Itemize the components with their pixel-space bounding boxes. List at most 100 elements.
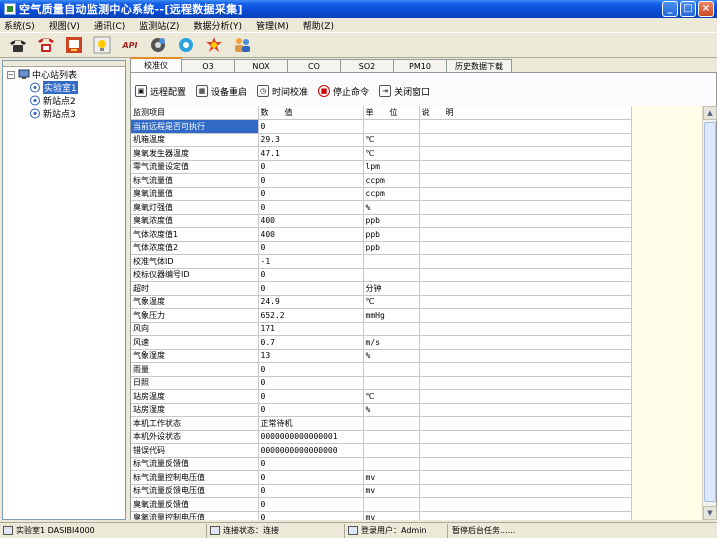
table-row[interactable]: 校标仪器编号ID 0 [131, 268, 632, 282]
cell-item[interactable]: 标气流量控制电压值 [131, 470, 259, 485]
cell-unit[interactable] [363, 362, 420, 377]
cell-item[interactable]: 站房湿度 [131, 403, 259, 417]
time-calibrate-button[interactable]: ◷ 时间校准 [257, 85, 308, 98]
cell-item[interactable]: 标气流量值 [131, 173, 259, 188]
station-tree[interactable]: − 中心站列表 实验室1 新站点2 新站点3 [2, 60, 126, 520]
cell-item[interactable]: 零气流量设定值 [131, 160, 259, 174]
cell-description[interactable] [419, 470, 632, 485]
cell-description[interactable] [419, 457, 632, 471]
close-button[interactable]: × [698, 1, 714, 17]
cell-item[interactable]: 气体浓度值1 [131, 227, 259, 242]
cell-value[interactable]: 0.7 [258, 335, 364, 350]
cell-value[interactable]: 0 [258, 173, 364, 188]
cell-value[interactable]: 0 [258, 470, 364, 485]
cell-unit[interactable]: ℃ [363, 133, 420, 147]
cell-item[interactable]: 标气流量反馈值 [131, 457, 259, 471]
table-row[interactable]: 气象湿度 13% [131, 349, 632, 363]
cell-unit[interactable]: 分钟 [363, 281, 420, 296]
minimize-button[interactable]: _ [662, 1, 678, 17]
cell-unit[interactable] [363, 416, 420, 431]
cell-item[interactable]: 风速 [131, 335, 259, 350]
cell-item[interactable]: 气象压力 [131, 308, 259, 323]
maximize-button[interactable]: □ [680, 1, 696, 17]
cell-item[interactable]: 气体浓度值2 [131, 241, 259, 255]
cell-item[interactable]: 日照 [131, 376, 259, 390]
table-row[interactable]: 气体浓度值2 0 ppb [131, 241, 632, 255]
cell-unit[interactable] [363, 119, 420, 134]
cell-item[interactable]: 标气流量反馈电压值 [131, 484, 259, 498]
cell-unit[interactable]: % [363, 349, 420, 363]
cell-unit[interactable]: mv [363, 511, 420, 520]
menu-view[interactable]: 视图(V) [45, 19, 90, 32]
cell-description[interactable] [419, 241, 632, 255]
cell-value[interactable]: -1 [258, 254, 364, 269]
cell-value[interactable]: 0 [258, 241, 364, 255]
cell-item[interactable]: 校标仪器编号ID [131, 268, 259, 282]
cell-description[interactable] [419, 362, 632, 377]
table-row[interactable]: 站房湿度 0% [131, 403, 632, 417]
table-row[interactable]: 当前远程是否可执行 0 [131, 119, 632, 134]
cell-unit[interactable] [363, 497, 420, 512]
cell-value[interactable]: 29.3 [258, 133, 364, 147]
cell-description[interactable] [419, 160, 632, 174]
menu-management[interactable]: 管理(M) [252, 19, 299, 32]
cell-unit[interactable] [363, 254, 420, 269]
table-row[interactable]: 气体浓度值1 400 ppb [131, 227, 632, 242]
menu-monitor-station[interactable]: 监测站(Z) [135, 19, 189, 32]
cell-value[interactable]: 0000000000000001 [258, 430, 364, 444]
tab-co[interactable]: CO [287, 59, 341, 72]
cell-unit[interactable]: ℃ [363, 146, 420, 161]
table-row[interactable]: 日照 0 [131, 376, 632, 390]
users-icon[interactable] [228, 33, 256, 57]
cell-value[interactable]: 0 [258, 389, 364, 404]
alarm-icon[interactable] [200, 33, 228, 57]
cell-item[interactable]: 臭氧发生器温度 [131, 146, 259, 161]
table-row[interactable]: 标气流量反馈值 0 [131, 457, 632, 471]
cell-unit[interactable] [363, 322, 420, 336]
cell-item[interactable]: 气象温度 [131, 295, 259, 309]
title-bar[interactable]: 空气质量自动监测中心系统--[远程数据采集] _ □ × [0, 0, 717, 18]
tab-nox[interactable]: NOX [234, 59, 288, 72]
cell-item[interactable]: 校准气体ID [131, 254, 259, 269]
cell-value[interactable]: 0 [258, 362, 364, 377]
table-row[interactable]: 站房温度 0 ℃ [131, 389, 632, 404]
table-row[interactable]: 校准气体ID -1 [131, 254, 632, 269]
cell-unit[interactable]: lpm [363, 160, 420, 174]
cell-item[interactable]: 臭氧流量控制电压值 [131, 511, 259, 520]
cell-description[interactable] [419, 403, 632, 417]
scroll-up-arrow-icon[interactable]: ▲ [703, 106, 717, 120]
cell-item[interactable]: 本机外设状态 [131, 430, 259, 444]
cell-description[interactable] [419, 416, 632, 431]
table-row[interactable]: 超时 0 分钟 [131, 281, 632, 296]
scroll-down-arrow-icon[interactable]: ▼ [703, 506, 717, 520]
table-row[interactable]: 零气流量设定值 0 lpm [131, 160, 632, 174]
cell-unit[interactable]: m/s [363, 335, 420, 350]
cell-item[interactable]: 臭氧流量值 [131, 187, 259, 201]
vertical-scrollbar[interactable]: ▲ ▼ [702, 106, 717, 520]
tree-item-station-2[interactable]: 新站点2 [29, 94, 125, 107]
table-row[interactable]: 雨量 0 [131, 362, 632, 377]
remote-config-button[interactable]: ▣ 远程配置 [135, 85, 186, 98]
cell-unit[interactable]: mmHg [363, 308, 420, 323]
table-row[interactable]: 标气流量控制电压值 0 mv [131, 470, 632, 485]
cell-item[interactable]: 站房温度 [131, 389, 259, 404]
cell-description[interactable] [419, 497, 632, 512]
table-row[interactable]: 本机外设状态 0000000000000001 [131, 430, 632, 444]
header-item[interactable]: 监测项目 [131, 106, 259, 120]
cell-description[interactable] [419, 254, 632, 269]
cell-description[interactable] [419, 268, 632, 282]
table-row[interactable]: 气象压力 652.2 mmHg [131, 308, 632, 323]
menu-system[interactable]: 系统(S) [0, 19, 45, 32]
table-row[interactable]: 气象温度 24.9 ℃ [131, 295, 632, 309]
menu-communication[interactable]: 通讯(C) [90, 19, 135, 32]
cell-value[interactable]: 0 [258, 403, 364, 417]
table-row[interactable]: 标气流量反馈电压值 0 mv [131, 484, 632, 498]
table-row[interactable]: 标气流量值 0 ccpm [131, 173, 632, 188]
close-window-button[interactable]: ⇥ 关闭窗口 [379, 85, 430, 98]
cell-value[interactable]: 0 [258, 200, 364, 215]
table-row[interactable]: 风速 0.7 m/s [131, 335, 632, 350]
tree-item-station-1[interactable]: 实验室1 [29, 81, 125, 94]
cell-value[interactable]: 47.1 [258, 146, 364, 161]
cell-value[interactable]: 0 [258, 484, 364, 498]
table-row[interactable]: 臭氧浓度值 400 ppb [131, 214, 632, 228]
